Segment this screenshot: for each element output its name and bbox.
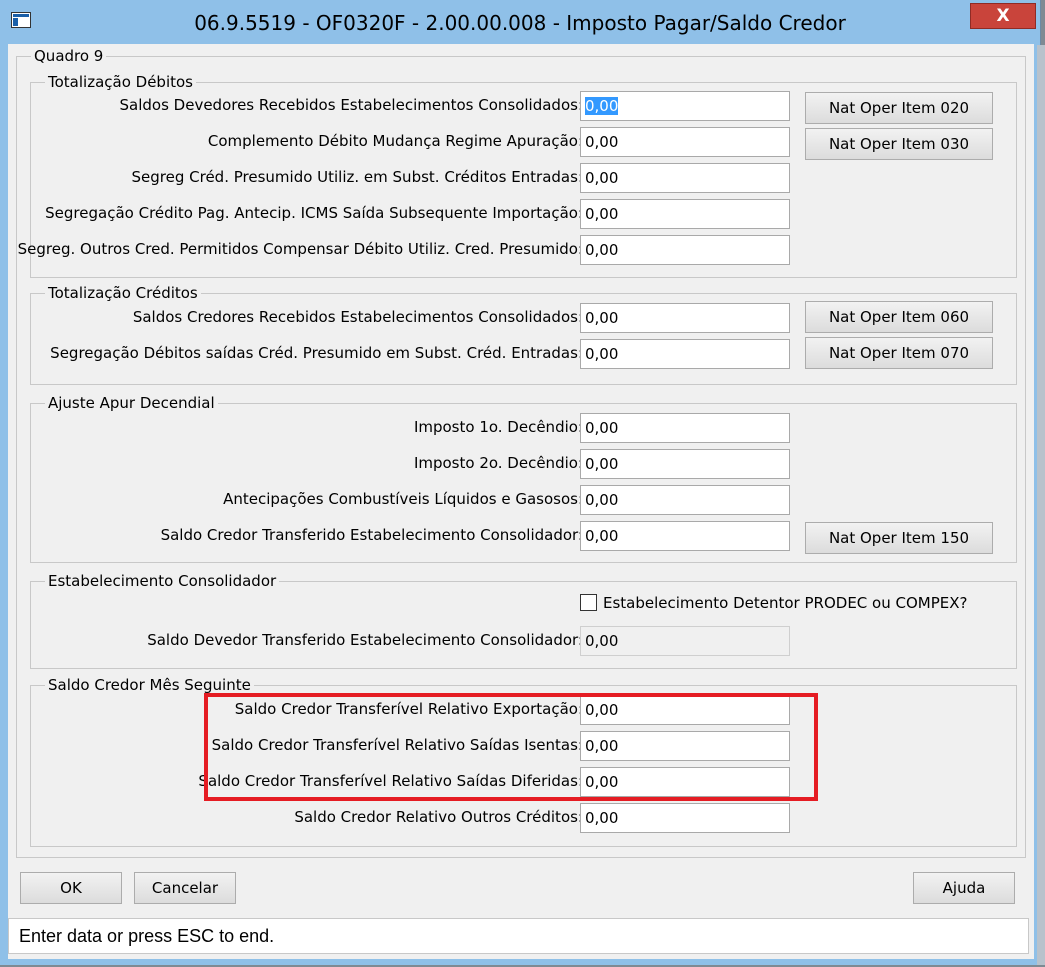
totalizacao-debitos-legend: Totalização Débitos: [48, 73, 193, 91]
imposto-1o-decendio-input[interactable]: 0,00: [580, 413, 790, 443]
saldo-credor-isentas-input[interactable]: 0,00: [580, 731, 790, 761]
saldos-devedores-input[interactable]: 0,00: [580, 91, 790, 121]
prodec-compex-checkbox[interactable]: [580, 594, 597, 611]
status-bar: Enter data or press ESC to end.: [8, 918, 1029, 954]
window-title: 06.9.5519 - OF0320F - 2.00.00.008 - Impo…: [194, 11, 846, 35]
ok-button[interactable]: OK: [20, 872, 122, 904]
debito-label-3: Segreg Créd. Presumido Utiliz. em Subst.…: [131, 168, 583, 186]
nat-oper-item-150-button[interactable]: Nat Oper Item 150: [805, 522, 993, 554]
decendial-label-3: Antecipações Combustíveis Líquidos e Gas…: [223, 490, 583, 508]
totalizacao-creditos-group: Totalização Créditos: [30, 285, 1017, 385]
debito-label-4: Segregação Crédito Pag. Antecip. ICMS Sa…: [45, 204, 583, 222]
debito-label-5: Segreg. Outros Cred. Permitidos Compensa…: [17, 240, 583, 258]
prodec-compex-label[interactable]: Estabelecimento Detentor PRODEC ou COMPE…: [603, 594, 967, 612]
quadro-9-legend: Quadro 9: [34, 47, 104, 65]
decendial-label-4: Saldo Credor Transferido Estabelecimento…: [160, 526, 583, 544]
cancel-button[interactable]: Cancelar: [134, 872, 236, 904]
complemento-debito-input[interactable]: 0,00: [580, 127, 790, 157]
segreg-cred-presumido-input[interactable]: 0,00: [580, 163, 790, 193]
decendial-label-1: Imposto 1o. Decêndio:: [413, 418, 583, 436]
saldo-credor-diferidas-input[interactable]: 0,00: [580, 767, 790, 797]
debito-label-2: Complemento Débito Mudança Regime Apuraç…: [207, 132, 583, 150]
nat-oper-item-060-button[interactable]: Nat Oper Item 060: [805, 301, 993, 333]
background-window-edge: [1037, 45, 1045, 965]
input-selected-value: 0,00: [585, 97, 619, 115]
saldo-credor-transferido-input[interactable]: 0,00: [580, 521, 790, 551]
nat-oper-item-070-button[interactable]: Nat Oper Item 070: [805, 337, 993, 369]
segregacao-debitos-input[interactable]: 0,00: [580, 339, 790, 369]
estabelecimento-consolidador-legend: Estabelecimento Consolidador: [48, 572, 277, 590]
nat-oper-item-020-button[interactable]: Nat Oper Item 020: [805, 92, 993, 124]
saldo-credor-label-3: Saldo Credor Transferível Relativo Saída…: [198, 772, 583, 790]
help-button[interactable]: Ajuda: [913, 872, 1015, 904]
saldos-credores-input[interactable]: 0,00: [580, 303, 790, 333]
estabelecimento-consolidador-group: Estabelecimento Consolidador: [30, 573, 1017, 669]
saldo-credor-outros-input[interactable]: 0,00: [580, 803, 790, 833]
saldo-credor-label-4: Saldo Credor Relativo Outros Créditos:: [294, 808, 583, 826]
close-button[interactable]: X: [970, 3, 1036, 29]
segreg-outros-cred-input[interactable]: 0,00: [580, 235, 790, 265]
saldo-devedor-transferido-input: 0,00: [580, 626, 790, 656]
totalizacao-creditos-legend: Totalização Créditos: [48, 284, 198, 302]
saldo-credor-exportacao-input[interactable]: 0,00: [580, 695, 790, 725]
saldo-credor-label-2: Saldo Credor Transferível Relativo Saída…: [211, 736, 583, 754]
imposto-2o-decendio-input[interactable]: 0,00: [580, 449, 790, 479]
segregacao-credito-pag-input[interactable]: 0,00: [580, 199, 790, 229]
credito-label-1: Saldos Credores Recebidos Estabeleciment…: [132, 308, 583, 326]
decendial-label-2: Imposto 2o. Decêndio:: [413, 454, 583, 472]
saldo-credor-label-1: Saldo Credor Transferível Relativo Expor…: [234, 700, 583, 718]
ajuste-apur-decendial-legend: Ajuste Apur Decendial: [48, 394, 215, 412]
saldo-devedor-transferido-label: Saldo Devedor Transferido Estabeleciment…: [147, 631, 583, 649]
title-bar[interactable]: 06.9.5519 - OF0320F - 2.00.00.008 - Impo…: [0, 0, 1040, 44]
nat-oper-item-030-button[interactable]: Nat Oper Item 030: [805, 128, 993, 160]
saldo-credor-mes-seguinte-legend: Saldo Credor Mês Seguinte: [48, 676, 251, 694]
debito-label-1: Saldos Devedores Recebidos Estabelecimen…: [119, 96, 584, 114]
credito-label-2: Segregação Débitos saídas Créd. Presumid…: [50, 344, 583, 362]
antecipacoes-combustiveis-input[interactable]: 0,00: [580, 485, 790, 515]
